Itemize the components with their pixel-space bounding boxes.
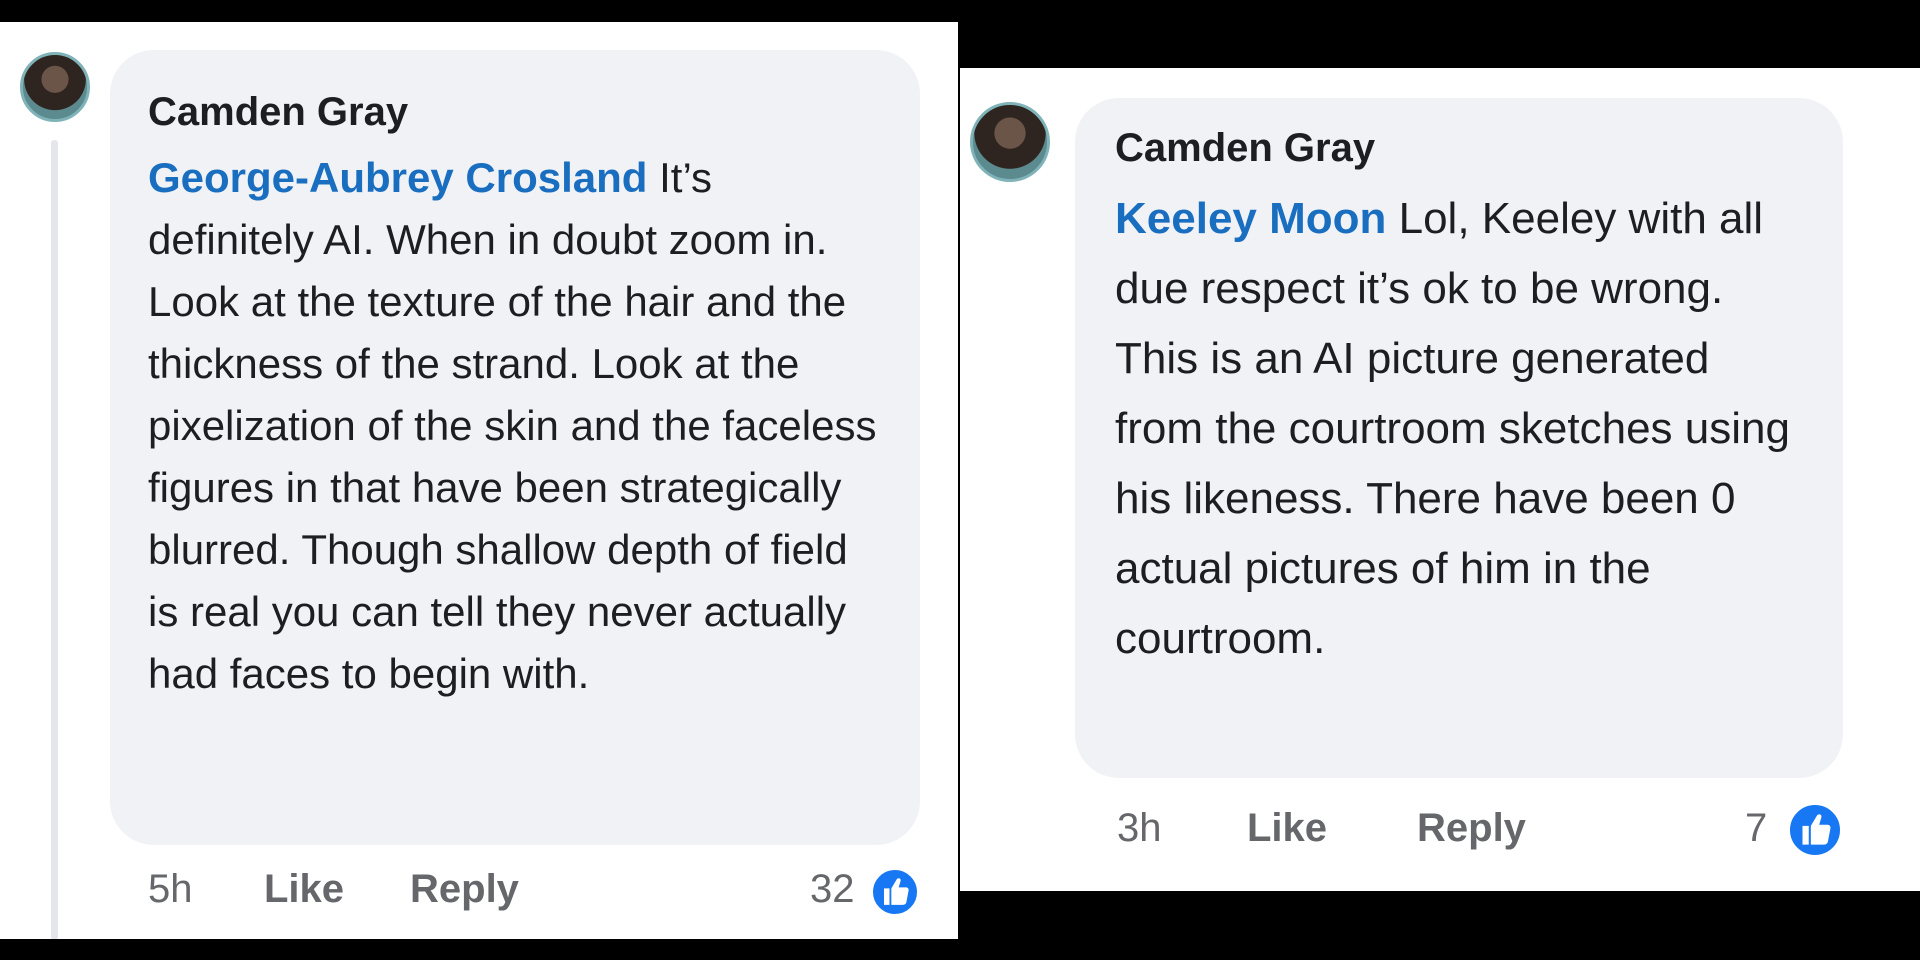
reply-button[interactable]: Reply (1417, 806, 1526, 851)
comment-text: Keeley Moon Lol, Keeley with all due res… (1115, 184, 1803, 674)
comment-bubble: Camden Gray George-Aubrey Crosland It’s … (110, 50, 920, 845)
avatar[interactable] (20, 52, 90, 122)
reaction-count[interactable]: 7 (1745, 806, 1767, 851)
comment-timestamp[interactable]: 5h (148, 867, 193, 912)
comment-author[interactable]: Camden Gray (148, 90, 880, 134)
comment-body: It’s definitely AI. When in doubt zoom i… (148, 154, 877, 697)
comment-panel-right: Camden Gray Keeley Moon Lol, Keeley with… (960, 68, 1920, 891)
comment-timestamp[interactable]: 3h (1117, 806, 1162, 851)
mention-link[interactable]: George-Aubrey Crosland (148, 154, 647, 201)
thread-line (51, 140, 58, 939)
like-button[interactable]: Like (1247, 806, 1327, 851)
comment-panel-left: Camden Gray George-Aubrey Crosland It’s … (0, 22, 958, 939)
comment-bubble: Camden Gray Keeley Moon Lol, Keeley with… (1075, 98, 1843, 778)
mention-link[interactable]: Keeley Moon (1115, 194, 1386, 243)
comment-actions: 5h Like Reply 32 (148, 867, 928, 917)
thumbs-up-icon[interactable] (870, 867, 920, 917)
comment-text: George-Aubrey Crosland It’s definitely A… (148, 147, 880, 705)
avatar[interactable] (970, 102, 1050, 182)
comment-actions: 3h Like Reply 7 (1117, 802, 1887, 858)
reply-button[interactable]: Reply (410, 867, 519, 912)
reaction-count[interactable]: 32 (810, 867, 855, 912)
thumbs-up-icon[interactable] (1787, 802, 1843, 858)
like-button[interactable]: Like (264, 867, 344, 912)
comment-body: Lol, Keeley with all due respect it’s ok… (1115, 194, 1790, 663)
comment-author[interactable]: Camden Gray (1115, 126, 1803, 170)
